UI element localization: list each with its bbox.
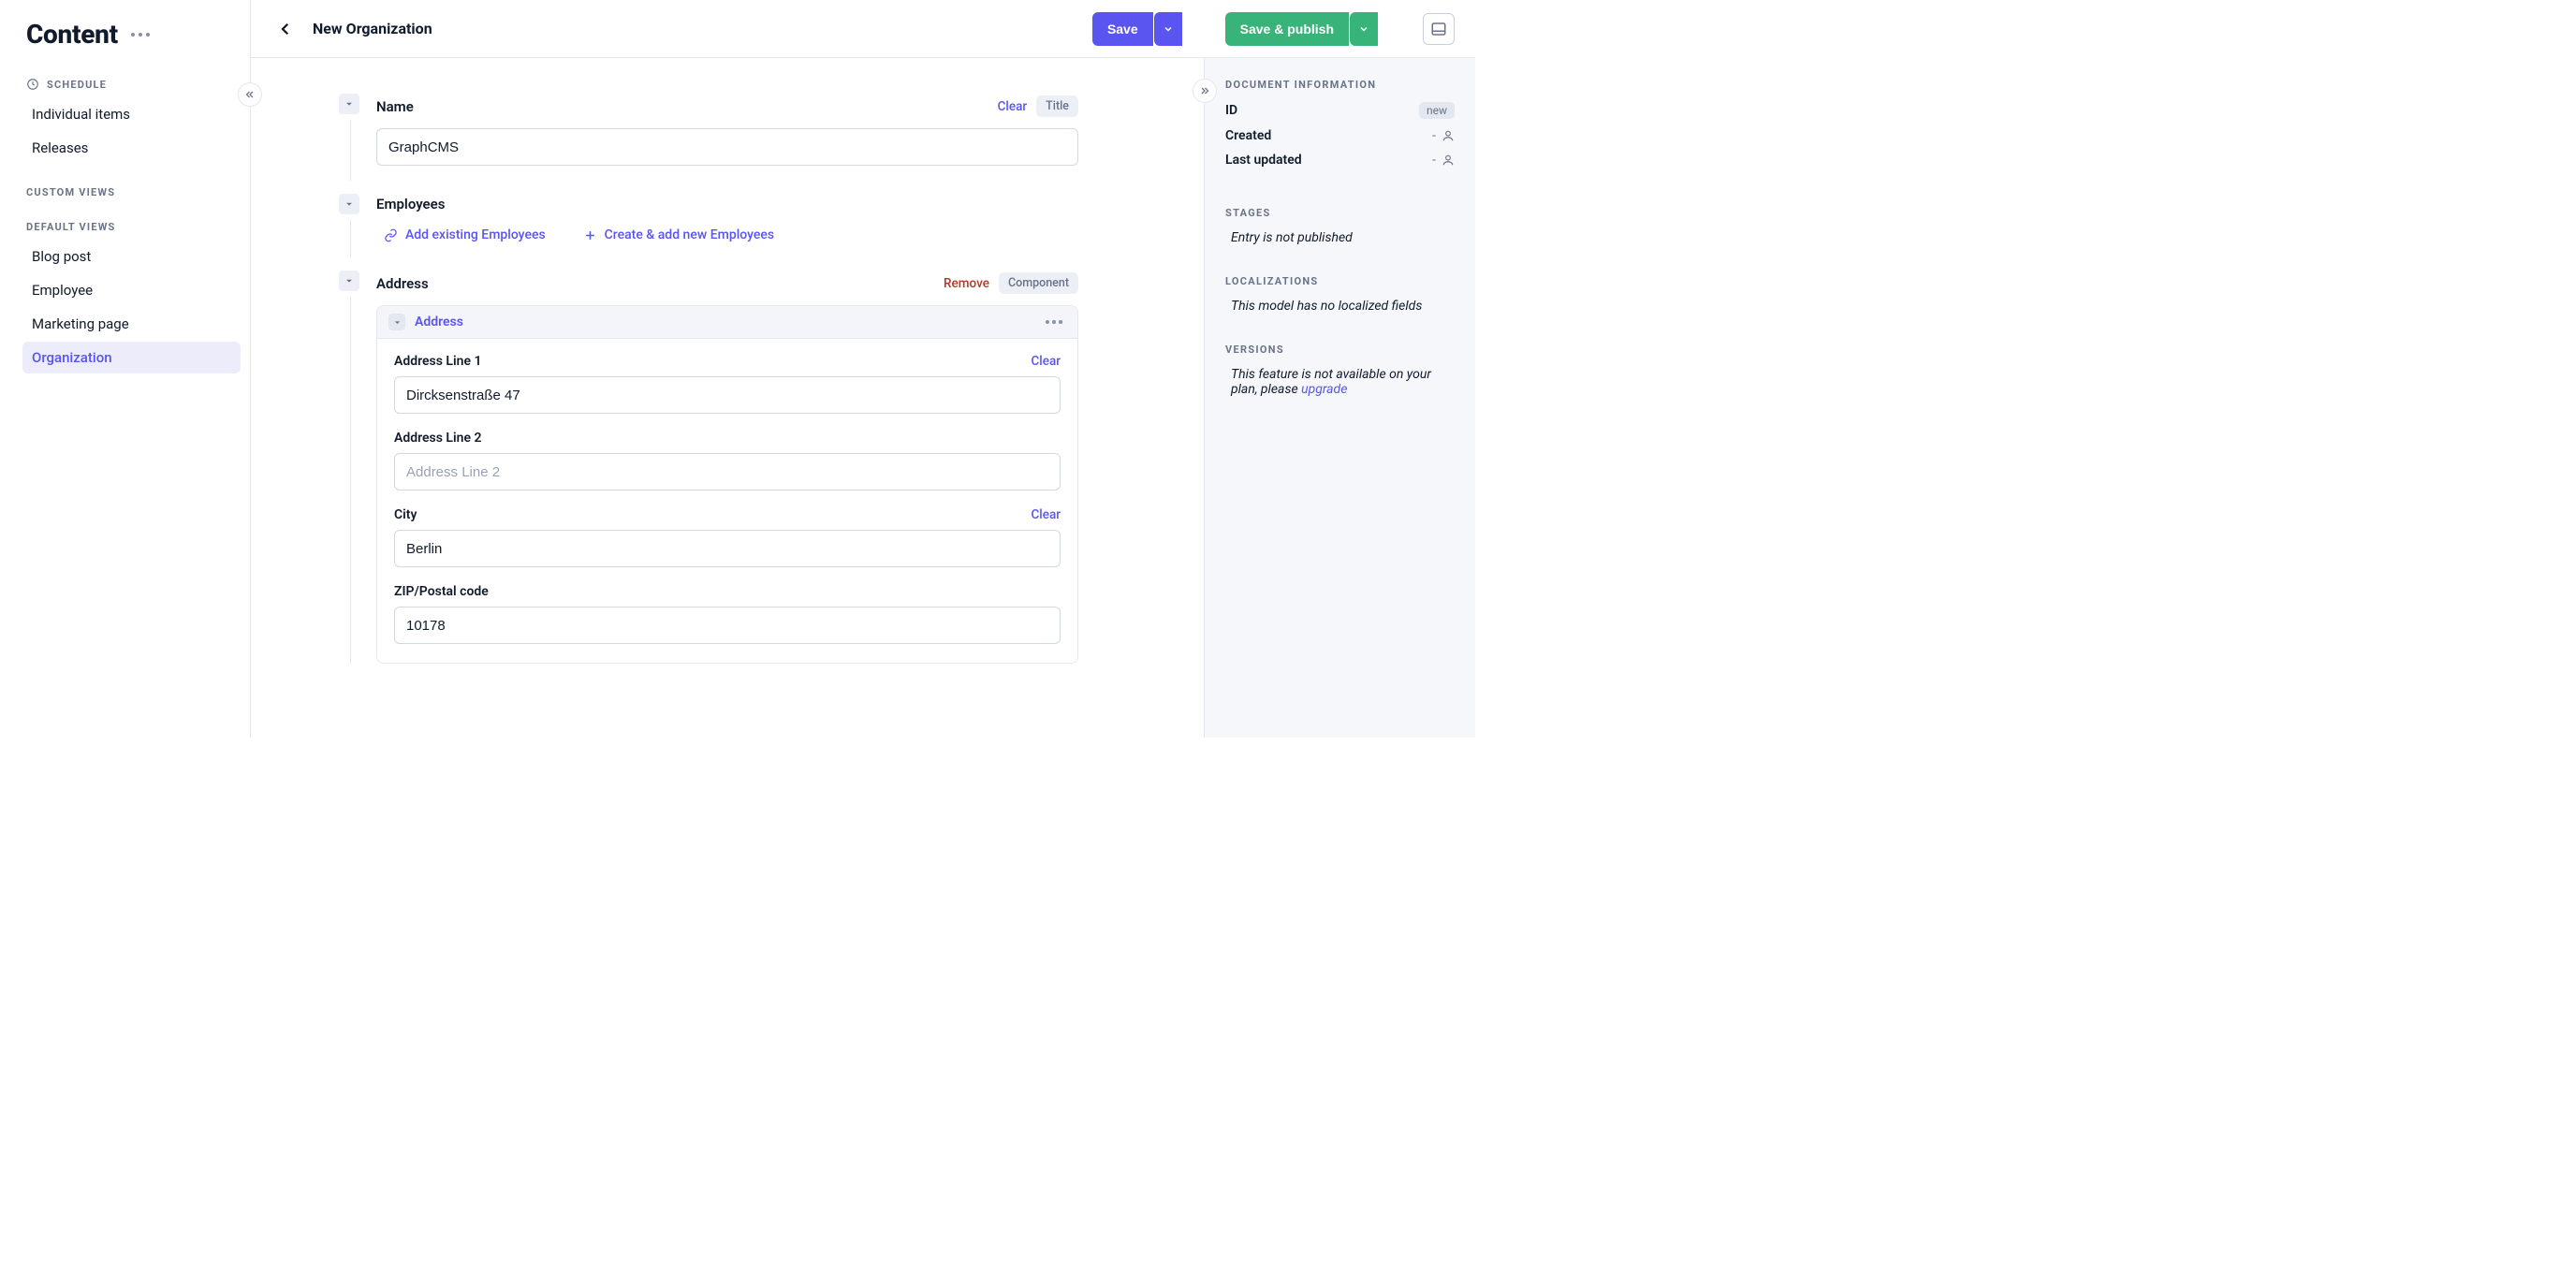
back-button[interactable] <box>275 19 296 39</box>
save-publish-button[interactable]: Save & publish <box>1225 12 1349 46</box>
collapse-field-button[interactable] <box>339 94 359 114</box>
sidebar-item-organization[interactable]: Organization <box>22 342 241 373</box>
caret-down-icon <box>344 276 354 285</box>
sidebar-title: Content <box>26 19 118 50</box>
versions-note: This feature is not available on your pl… <box>1225 367 1455 397</box>
zip-input[interactable] <box>394 607 1061 644</box>
user-icon <box>1442 129 1455 142</box>
create-add-label: Create & add new Employees <box>605 227 774 242</box>
link-icon <box>384 228 398 242</box>
panel-bottom-icon <box>1430 21 1447 37</box>
sidebar-item-releases[interactable]: Releases <box>22 132 241 164</box>
chevron-down-icon <box>1358 23 1369 35</box>
city-label: City <box>394 507 417 522</box>
localizations-note: This model has no localized fields <box>1225 299 1455 314</box>
topbar: New Organization Save Save & publish <box>251 0 1475 58</box>
addr1-clear-button[interactable]: Clear <box>1031 354 1061 369</box>
sidebar-item-individual-items[interactable]: Individual items <box>22 98 241 130</box>
collapse-field-button[interactable] <box>339 194 359 214</box>
address-component-card: Address Address Line 1 <box>376 305 1078 664</box>
sidebar-item-employee[interactable]: Employee <box>22 274 241 306</box>
addr1-input[interactable] <box>394 376 1061 414</box>
chevrons-right-icon <box>1199 85 1210 96</box>
save-dropdown-button[interactable] <box>1154 12 1182 46</box>
save-publish-button-group: Save & publish <box>1225 12 1378 46</box>
info-panel: DOCUMENT INFORMATION ID new Created - La… <box>1204 58 1475 738</box>
updated-value: - <box>1432 153 1436 168</box>
collapse-component-button[interactable] <box>388 314 405 330</box>
custom-views-heading: CUSTOM VIEWS <box>26 186 237 198</box>
name-clear-button[interactable]: Clear <box>998 99 1028 114</box>
schedule-heading: SCHEDULE <box>26 78 237 91</box>
addr2-input[interactable] <box>394 453 1061 490</box>
save-button[interactable]: Save <box>1092 12 1153 46</box>
created-label: Created <box>1225 128 1271 143</box>
versions-heading: VERSIONS <box>1225 344 1455 356</box>
caret-down-icon <box>393 318 402 327</box>
name-input[interactable] <box>376 128 1078 166</box>
field-name: Name Clear Title <box>376 95 1078 166</box>
addr2-label: Address Line 2 <box>394 431 481 446</box>
create-add-employees-button[interactable]: Create & add new Employees <box>583 227 774 242</box>
id-label: ID <box>1225 103 1237 118</box>
stages-note: Entry is not published <box>1225 230 1455 245</box>
addr1-label: Address Line 1 <box>394 354 481 369</box>
upgrade-link[interactable]: upgrade <box>1301 382 1347 397</box>
created-value: - <box>1432 128 1436 143</box>
sidebar-item-blog-post[interactable]: Blog post <box>22 241 241 272</box>
sidebar: Content SCHEDULE Individual items Releas… <box>0 0 251 738</box>
sidebar-item-marketing-page[interactable]: Marketing page <box>22 308 241 340</box>
stages-heading: STAGES <box>1225 207 1455 219</box>
name-field-label: Name <box>376 98 414 115</box>
component-badge: Component <box>999 272 1078 294</box>
employees-field-label: Employees <box>376 196 445 212</box>
localizations-heading: LOCALIZATIONS <box>1225 275 1455 287</box>
save-button-group: Save <box>1092 12 1182 46</box>
page-title: New Organization <box>313 20 432 37</box>
city-clear-button[interactable]: Clear <box>1031 507 1061 522</box>
add-existing-employees-button[interactable]: Add existing Employees <box>384 227 546 242</box>
plus-icon <box>583 228 597 242</box>
add-existing-label: Add existing Employees <box>405 227 546 242</box>
caret-down-icon <box>344 199 354 209</box>
title-badge: Title <box>1036 95 1078 117</box>
chevron-down-icon <box>1163 23 1174 35</box>
zip-label: ZIP/Postal code <box>394 584 489 599</box>
city-input[interactable] <box>394 530 1061 567</box>
address-field-label: Address <box>376 275 429 292</box>
save-publish-dropdown-button[interactable] <box>1350 12 1378 46</box>
collapse-info-panel-button[interactable] <box>1193 79 1217 103</box>
address-remove-button[interactable]: Remove <box>944 276 989 291</box>
caret-down-icon <box>344 99 354 109</box>
collapse-field-button[interactable] <box>339 271 359 291</box>
default-views-heading: DEFAULT VIEWS <box>26 221 237 233</box>
component-title[interactable]: Address <box>415 315 463 329</box>
field-employees: Employees Add existing Employees Create … <box>376 196 1078 242</box>
id-new-badge: new <box>1419 102 1455 119</box>
component-menu-button[interactable] <box>1042 314 1066 330</box>
toggle-panel-button[interactable] <box>1423 13 1455 45</box>
clock-icon <box>26 78 39 91</box>
updated-label: Last updated <box>1225 153 1302 168</box>
user-icon <box>1442 154 1455 167</box>
doc-info-heading: DOCUMENT INFORMATION <box>1225 79 1455 91</box>
chevron-left-icon <box>277 21 294 37</box>
sidebar-menu-button[interactable] <box>127 29 154 40</box>
field-address: Address Remove Component Address <box>376 272 1078 664</box>
